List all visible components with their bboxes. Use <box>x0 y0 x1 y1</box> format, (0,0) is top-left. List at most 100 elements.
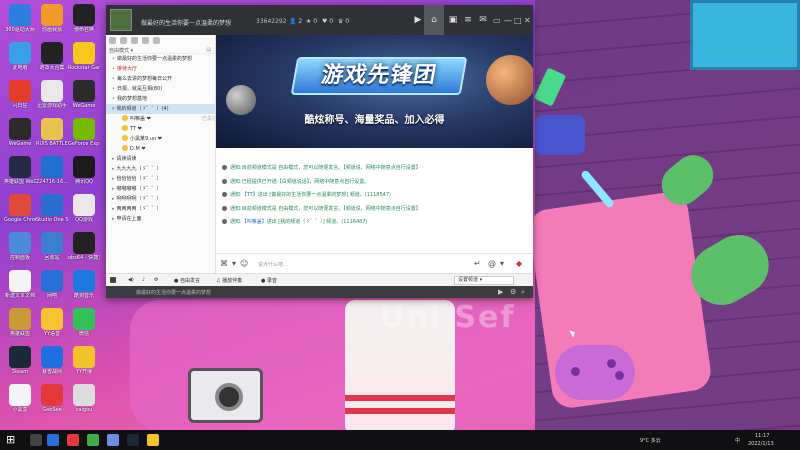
desktop-icon[interactable]: 腾讯QQ <box>68 156 100 185</box>
video-icon[interactable]: ▶ <box>498 288 503 296</box>
mic-level-icon[interactable]: ♪ <box>142 277 145 283</box>
chevron-right-icon[interactable]: ▸ <box>112 176 115 182</box>
desktop-icon[interactable]: 控制面板 <box>4 232 36 261</box>
game-icon[interactable]: ▣ <box>446 13 460 27</box>
channel-item[interactable]: • 我的梦想基地 <box>106 94 215 104</box>
chevron-right-icon[interactable]: ▸ <box>112 206 115 212</box>
yy-icon[interactable] <box>147 434 159 446</box>
chevron-right-icon[interactable]: ▸ <box>112 186 115 192</box>
desktop-icon[interactable]: 暴雪战网 <box>36 346 68 375</box>
taskbar-app-4[interactable] <box>107 434 119 446</box>
desktop-icon[interactable]: Rockstar Games <box>68 42 100 71</box>
channel-item[interactable]: 叫嘛盖 ❤ 已关注 <box>106 114 215 124</box>
channel-item[interactable]: TT ❤ <box>106 124 215 134</box>
desktop-icon[interactable]: 网吧 <box>36 270 68 299</box>
self-avatar[interactable] <box>110 277 118 284</box>
music-button[interactable]: ♫ 播放伴奏 <box>216 277 242 284</box>
volume-icon[interactable]: ◀) <box>128 277 134 283</box>
skin-icon[interactable]: ▭ <box>493 16 501 25</box>
record-icon[interactable] <box>153 37 160 44</box>
avatar[interactable] <box>110 9 132 31</box>
gamepad-icon[interactable]: ⌘ <box>220 259 228 268</box>
desktop-icon[interactable]: GeForce Experience <box>68 118 100 147</box>
clock-date[interactable]: 2022/1/13 <box>748 441 774 447</box>
desktop-icon[interactable]: WeGame <box>4 118 36 147</box>
mail-icon[interactable]: ✉ <box>476 13 490 27</box>
channel-item[interactable]: 小黑某9.un ❤ <box>106 134 215 144</box>
desktop-icon[interactable]: caigou <box>68 384 100 413</box>
search-icon[interactable] <box>142 37 149 44</box>
free-speak-button[interactable]: ● 自由发言 <box>174 277 200 284</box>
desktop-icon[interactable]: GeeSee <box>36 384 68 413</box>
chevron-down-icon[interactable]: ▾ <box>112 106 115 112</box>
desktop-icon[interactable]: RUIS BATTLEGR… <box>36 118 68 147</box>
channel-item[interactable]: ▸ 请读请读 <box>106 154 215 164</box>
steam-icon[interactable] <box>127 434 139 446</box>
channel-item[interactable]: ▸ 两两两两（ゞ゛゛） <box>106 204 215 214</box>
desktop-icon[interactable]: 你画我猜 <box>36 4 68 33</box>
ime-indicator[interactable]: 中 <box>735 437 740 444</box>
desktop-icon[interactable]: 遮罩大合集 <box>36 42 68 71</box>
record-button[interactable]: ● 录音 <box>261 277 277 284</box>
chevron-right-icon[interactable]: ▸ <box>112 156 115 162</box>
chevron-right-icon[interactable]: ▸ <box>112 166 115 172</box>
mic-icon[interactable] <box>120 37 127 44</box>
dropdown-icon[interactable]: ▾ <box>232 259 236 268</box>
desktop-icon[interactable]: Steam <box>4 346 36 375</box>
taskbar-app-1[interactable] <box>47 434 59 446</box>
desktop-icon[interactable]: Google Chrome <box>4 194 36 223</box>
gift-icon[interactable]: ◆ <box>516 259 522 268</box>
message-input[interactable]: 说点什么吧... <box>258 261 288 268</box>
channel-settings-button[interactable]: 设置频道 ▾ <box>454 276 514 285</box>
chevron-right-icon[interactable]: ▸ <box>112 196 115 202</box>
desktop-icon[interactable]: 微信 <box>68 308 100 337</box>
send-icon[interactable]: ↵ <box>474 259 481 268</box>
game-banner[interactable]: 游戏先锋团 酷炫称号、海量奖品、加入必得 <box>216 35 533 148</box>
desktop-icon[interactable]: 迅雷游戏助手 <box>36 80 68 109</box>
channel-item[interactable]: ▸ 嘟嘟嘟嘟（ゞ゛゛） <box>106 184 215 194</box>
channel-item[interactable]: • 接待大厅 <box>106 64 215 74</box>
user-icon[interactable] <box>109 37 116 44</box>
video-icon[interactable]: ▶ <box>411 13 425 27</box>
desktop-icon[interactable]: YY开播 <box>68 346 100 375</box>
channel-item[interactable]: D.M ❤ <box>106 144 215 154</box>
channel-item[interactable]: ▸ 咧咧咧咧（ゞ゛゛） <box>106 194 215 204</box>
home-icon[interactable]: ⌂ <box>424 5 444 35</box>
desktop-icon[interactable]: 闪日狂 <box>4 80 36 109</box>
desktop-icon[interactable]: Studio One 5 <box>36 194 68 223</box>
channel-item[interactable]: ▸ 九九九九（ゞ゛゛） <box>106 164 215 174</box>
desktop-icon[interactable]: YY语音 <box>36 308 68 337</box>
channel-item[interactable]: ▸ 申请在上面 <box>106 214 215 224</box>
search-icon[interactable]: ⌕ <box>521 288 525 297</box>
channel-item[interactable]: • 做最好的生活你要一点温柔的梦想 <box>106 54 215 64</box>
more-icon[interactable]: ▾ <box>500 259 504 268</box>
desktop-icon[interactable]: 新建文本文档 <box>4 270 36 299</box>
desktop-icon[interactable]: 此电脑 <box>4 42 36 71</box>
at-icon[interactable]: @ <box>488 259 496 268</box>
minimize-icon[interactable]: — <box>504 16 512 25</box>
clock-time[interactable]: 11:17 <box>755 433 769 439</box>
settings-icon[interactable]: ⚙ <box>154 277 158 283</box>
desktop-icon[interactable]: 酷狗音乐 <box>68 270 100 299</box>
settings-icon[interactable]: ⚙ <box>510 288 516 296</box>
desktop-icon[interactable]: 小黑盒 <box>4 384 36 413</box>
taskview-icon[interactable] <box>30 434 42 446</box>
desktop-icon[interactable]: WeGame <box>68 80 100 109</box>
emoji-icon[interactable]: ☺ <box>240 259 248 268</box>
desktop-icon[interactable]: QQ游戏 <box>68 194 100 223</box>
location-icon[interactable] <box>131 37 138 44</box>
desktop-icon[interactable]: 回收站 <box>36 232 68 261</box>
desktop-icon[interactable]: obs64 - 快捷方式 <box>68 232 100 261</box>
message-user[interactable]: 【TT】 <box>242 192 258 198</box>
desktop-icon[interactable]: 英雄联盟 WeGame版 <box>4 156 36 185</box>
title-bar[interactable]: 做最好的生活你要一点温柔的梦想 33642292 👤 2 ★ 0 ♥ 0 ♛ 0… <box>106 5 533 35</box>
channel-item[interactable]: • 每么去讲的梦想每日公开 <box>106 74 215 84</box>
message-user[interactable]: 【叫嘛盖】 <box>242 219 267 225</box>
start-button[interactable]: ⊞ <box>6 434 18 446</box>
desktop-icon[interactable]: 使命召唤 <box>68 4 100 33</box>
maximize-icon[interactable]: □ <box>514 16 522 25</box>
list-icon[interactable]: ≡ <box>461 13 475 27</box>
desktop-icon[interactable]: 英雄联盟 <box>4 308 36 337</box>
channel-item[interactable]: ▸ 恰恰恰恰（ゞ゛゛） <box>106 174 215 184</box>
chevron-right-icon[interactable]: ▸ <box>112 216 115 222</box>
